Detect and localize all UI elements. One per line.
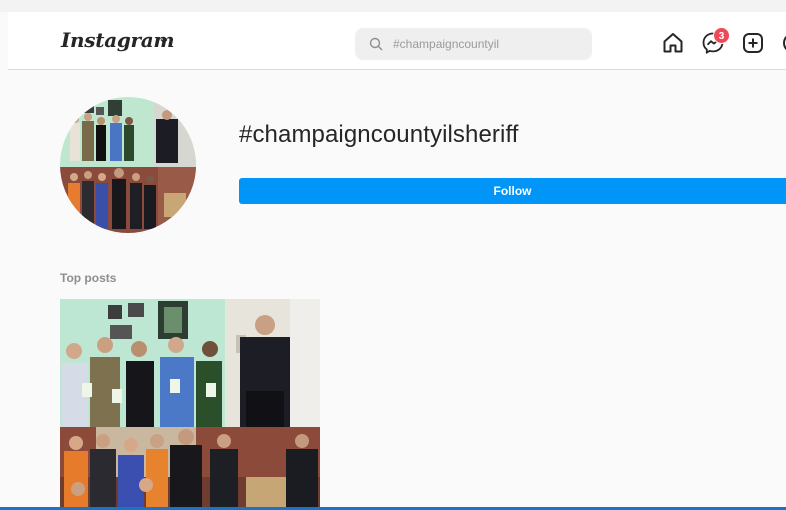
notification-badge: 3	[713, 27, 730, 44]
browser-top-strip	[0, 0, 786, 12]
top-navigation-bar: Instagram 3	[8, 12, 786, 70]
top-post-thumbnail[interactable]	[60, 299, 320, 510]
home-icon[interactable]	[661, 31, 685, 55]
hashtag-title: #champaigncountyilsheriff	[239, 121, 519, 148]
instagram-logo[interactable]: Instagram	[61, 28, 175, 52]
search-icon	[369, 37, 383, 51]
new-post-icon[interactable]	[741, 31, 765, 55]
search-box[interactable]	[355, 28, 592, 60]
chevron-down-icon[interactable]	[159, 36, 169, 46]
top-posts-heading: Top posts	[60, 271, 117, 285]
hashtag-avatar	[60, 97, 196, 233]
follow-button[interactable]: Follow	[239, 178, 786, 204]
search-input[interactable]	[393, 28, 583, 60]
explore-icon[interactable]	[781, 31, 786, 55]
